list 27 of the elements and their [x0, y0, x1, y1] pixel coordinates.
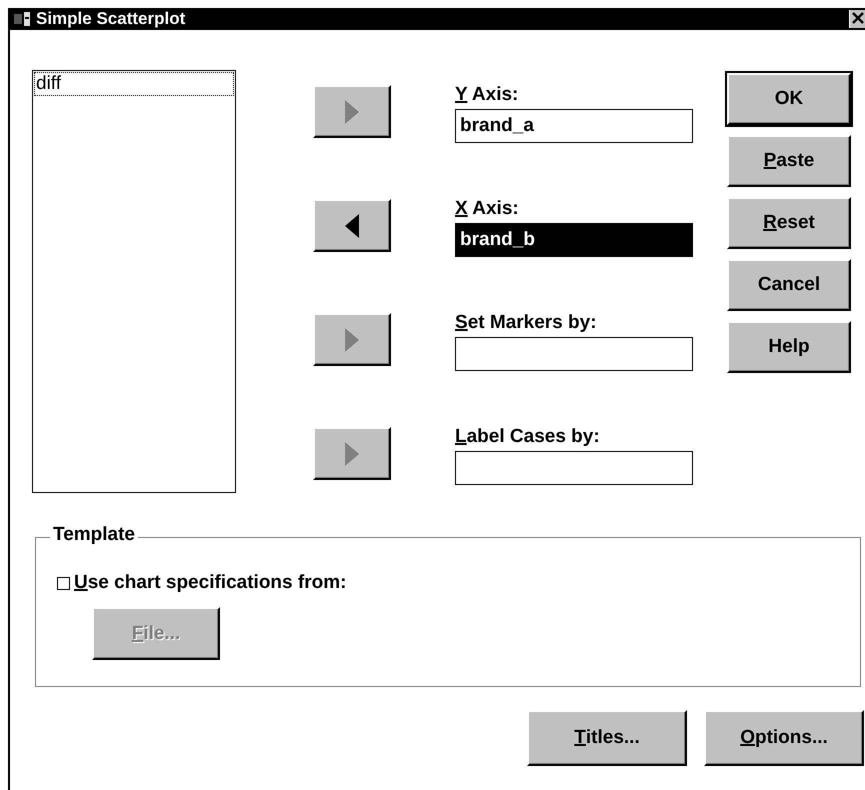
input-field[interactable] — [455, 451, 693, 485]
variable-item[interactable]: diff — [34, 72, 234, 96]
checkbox[interactable] — [57, 576, 70, 590]
field-label: X Axis: — [455, 197, 520, 221]
field-label: Set Markers by: — [455, 311, 598, 335]
group-title: Template — [50, 524, 138, 546]
dialog-button[interactable]: OK — [727, 73, 851, 125]
move-button[interactable] — [313, 313, 391, 366]
field-label: Y Axis: — [455, 83, 520, 107]
dialog-button[interactable]: Cancel — [727, 259, 851, 311]
input-field[interactable] — [455, 337, 693, 371]
close-button[interactable] — [849, 10, 865, 28]
field-label: Label Cases by: — [455, 425, 601, 449]
variable-list[interactable]: diff — [32, 70, 236, 493]
dialog-button[interactable]: Help — [727, 321, 851, 373]
move-button[interactable] — [313, 427, 391, 480]
input-field[interactable]: brand_a — [455, 109, 693, 143]
dialog-button[interactable]: Options... — [704, 710, 864, 766]
app-icon — [14, 12, 32, 26]
window-title: Simple Scatterplot — [36, 9, 186, 29]
checkbox-label[interactable]: Use chart specifications from: — [74, 572, 346, 594]
input-field[interactable]: brand_b — [455, 223, 693, 257]
move-button[interactable] — [313, 85, 391, 138]
dialog-button[interactable]: Reset — [727, 197, 851, 249]
move-button[interactable] — [313, 199, 391, 252]
dialog-button[interactable]: Titles... — [527, 710, 687, 766]
dialog-button[interactable]: Paste — [727, 135, 851, 187]
